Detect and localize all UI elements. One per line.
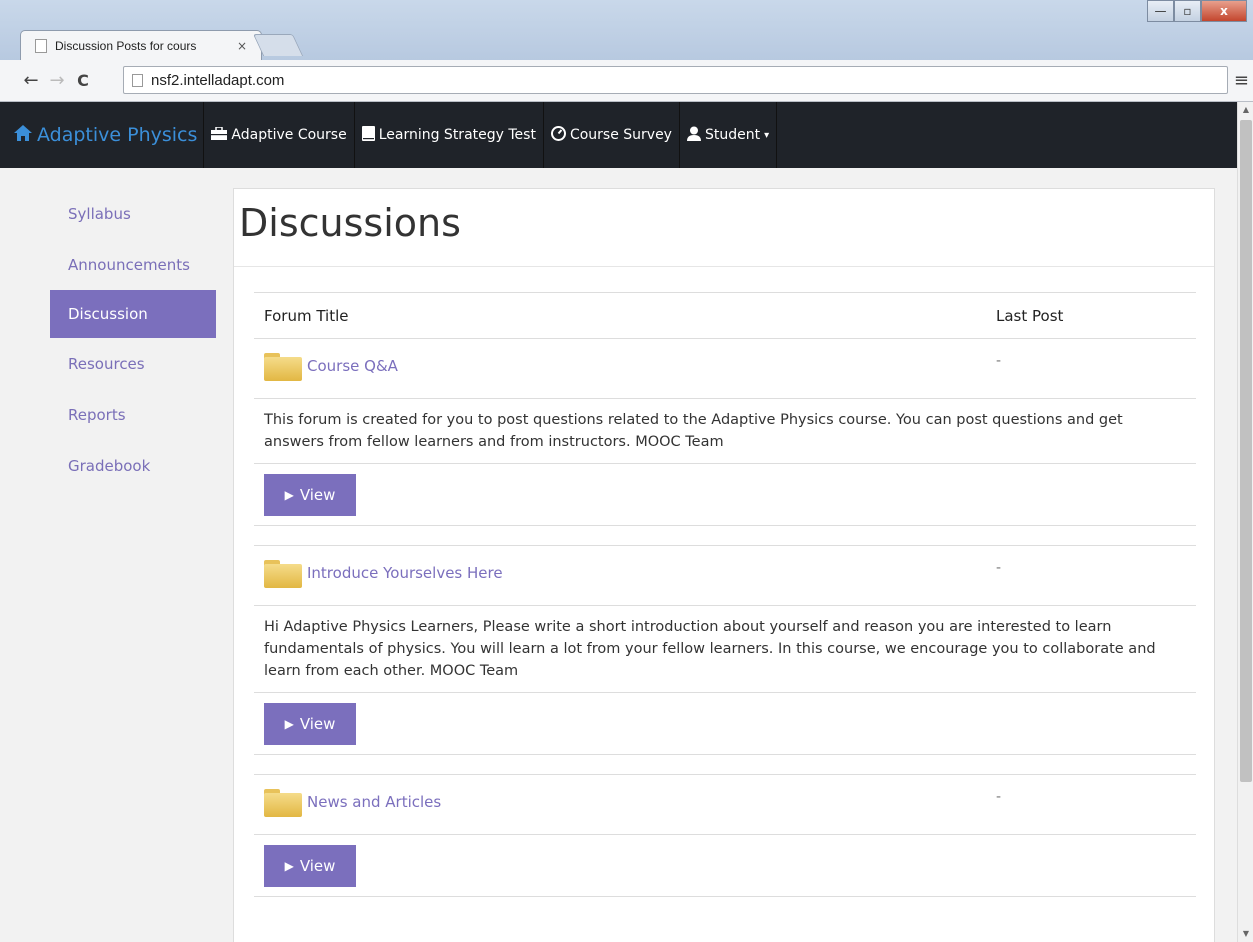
- page-title: Discussions: [234, 189, 1214, 267]
- url-text: nsf2.intelladapt.com: [151, 71, 285, 89]
- folder-icon: [264, 560, 302, 588]
- sidebar-item-reports[interactable]: Reports: [50, 389, 216, 440]
- nav-item-label: Student: [704, 127, 761, 143]
- forum-table: Forum Title Last Post Course Q&A - This …: [254, 292, 1196, 897]
- column-header-last-post: Last Post: [996, 307, 1064, 325]
- row-separator: [254, 754, 1196, 774]
- last-post-value: -: [996, 560, 1002, 576]
- view-button[interactable]: ▶ View: [264, 474, 356, 516]
- column-header-forum-title: Forum Title: [264, 307, 349, 325]
- sidebar-item-gradebook[interactable]: Gradebook: [50, 440, 216, 491]
- sidebar-item-discussion[interactable]: Discussion: [50, 290, 216, 338]
- page-icon: [132, 73, 143, 87]
- sidebar-item-announcements[interactable]: Announcements: [50, 239, 216, 290]
- vertical-scrollbar[interactable]: ▲ ▼: [1237, 102, 1253, 942]
- minimize-button[interactable]: —: [1147, 0, 1174, 22]
- nav-item-label: Adaptive Course: [231, 127, 347, 143]
- briefcase-icon: [211, 125, 228, 144]
- view-button-label: View: [299, 715, 336, 733]
- view-button[interactable]: ▶ View: [264, 845, 356, 887]
- address-bar[interactable]: nsf2.intelladapt.com: [123, 66, 1228, 94]
- book-icon: [361, 125, 375, 145]
- nav-item-label: Course Survey: [569, 127, 672, 143]
- play-circle-icon: ▶: [284, 859, 294, 873]
- scrollbar-thumb[interactable]: [1240, 120, 1252, 782]
- brand-label: Adaptive Physics: [37, 124, 198, 146]
- nav-adaptive-course[interactable]: Adaptive Course: [204, 102, 355, 168]
- chrome-menu-icon[interactable]: ≡: [1234, 70, 1249, 91]
- forum-actions: ▶ View: [254, 692, 1196, 754]
- home-icon: [14, 124, 32, 146]
- view-button-label: View: [299, 857, 336, 875]
- last-post-value: -: [996, 789, 1002, 805]
- last-post-value: -: [996, 353, 1002, 369]
- forum-actions: ▶ View: [254, 463, 1196, 525]
- forum-title-link[interactable]: News and Articles: [307, 793, 441, 811]
- forum-title-link[interactable]: Introduce Yourselves Here: [307, 564, 503, 582]
- page-viewport: Adaptive Physics Adaptive Course Learnin…: [0, 102, 1237, 942]
- forum-row: News and Articles -: [254, 774, 1196, 834]
- discussions-panel: Discussions Forum Title Last Post Course…: [233, 188, 1215, 942]
- back-arrow-icon[interactable]: ←: [18, 70, 44, 91]
- table-header: Forum Title Last Post: [254, 292, 1196, 338]
- user-icon: [686, 126, 701, 145]
- browser-toolbar: ← → C nsf2.intelladapt.com ≡: [0, 60, 1253, 102]
- forum-row: Course Q&A -: [254, 338, 1196, 398]
- dashboard-icon: [550, 125, 566, 145]
- page-icon: [35, 38, 47, 53]
- browser-titlebar: Discussion Posts for cours × — ▫ x: [0, 0, 1253, 60]
- nav-student-dropdown[interactable]: Student ▾: [680, 102, 778, 168]
- forum-title-link[interactable]: Course Q&A: [307, 357, 398, 375]
- sidebar-item-syllabus[interactable]: Syllabus: [50, 188, 216, 239]
- scroll-down-arrow-icon[interactable]: ▼: [1238, 926, 1253, 942]
- top-navbar: Adaptive Physics Adaptive Course Learnin…: [0, 102, 1237, 168]
- sidebar: Syllabus Announcements Discussion Resour…: [50, 188, 216, 491]
- close-window-button[interactable]: x: [1201, 0, 1247, 22]
- nav-item-label: Learning Strategy Test: [378, 127, 536, 143]
- forum-description: This forum is created for you to post qu…: [254, 398, 1196, 463]
- play-circle-icon: ▶: [284, 717, 294, 731]
- tab-title: Discussion Posts for cours: [55, 38, 197, 53]
- forum-description: Hi Adaptive Physics Learners, Please wri…: [254, 605, 1196, 692]
- browser-tab[interactable]: Discussion Posts for cours ×: [20, 30, 262, 60]
- nav-learning-strategy-test[interactable]: Learning Strategy Test: [355, 102, 544, 168]
- forward-arrow-icon[interactable]: →: [44, 70, 70, 91]
- row-separator: [254, 896, 1196, 897]
- tab-close-icon[interactable]: ×: [237, 39, 247, 53]
- scroll-up-arrow-icon[interactable]: ▲: [1238, 102, 1253, 118]
- forum-actions: ▶ View: [254, 834, 1196, 896]
- folder-icon: [264, 353, 302, 381]
- maximize-button[interactable]: ▫: [1174, 0, 1201, 22]
- brand-link[interactable]: Adaptive Physics: [0, 102, 205, 168]
- reload-icon[interactable]: C: [70, 71, 96, 90]
- window-controls: — ▫ x: [1147, 0, 1247, 22]
- play-circle-icon: ▶: [284, 488, 294, 502]
- row-separator: [254, 525, 1196, 545]
- view-button[interactable]: ▶ View: [264, 703, 356, 745]
- view-button-label: View: [299, 486, 336, 504]
- nav-course-survey[interactable]: Course Survey: [544, 102, 680, 168]
- caret-down-icon: ▾: [764, 129, 770, 141]
- forum-row: Introduce Yourselves Here -: [254, 545, 1196, 605]
- folder-icon: [264, 789, 302, 817]
- sidebar-item-resources[interactable]: Resources: [50, 338, 216, 389]
